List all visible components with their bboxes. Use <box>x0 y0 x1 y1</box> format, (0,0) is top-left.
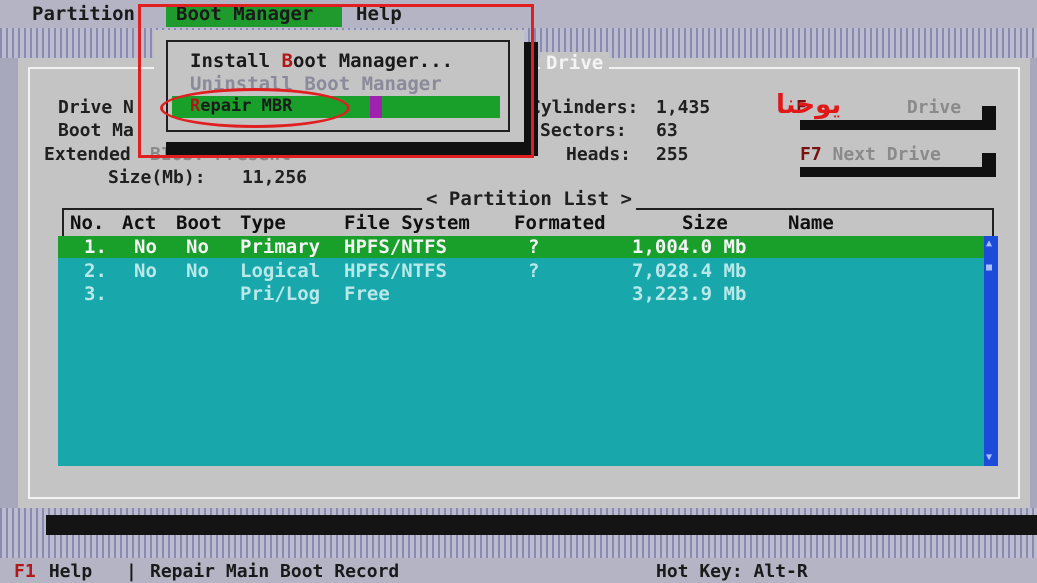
row-type: Logical <box>240 260 321 282</box>
col-header-type: Type <box>240 212 286 234</box>
dialog-title: Drive <box>540 52 610 74</box>
next-drive-key: F7 <box>800 144 822 165</box>
col-header-no: No. <box>70 212 105 234</box>
drive-number-label: Drive N <box>58 97 134 118</box>
prev-drive-button-shadow-side <box>982 106 996 128</box>
row-type: Primary <box>240 236 321 258</box>
watermark: يوحنا <box>776 90 842 120</box>
prev-drive-button-shadow <box>800 120 996 130</box>
col-header-file-system: File System <box>344 212 470 234</box>
row-act: No <box>134 236 157 258</box>
f1-key[interactable]: F1 <box>14 561 36 582</box>
status-description: Repair Main Boot Record <box>150 561 400 582</box>
boot-manager-label: Boot Ma <box>58 120 134 141</box>
row-file-system: Free <box>344 283 390 305</box>
heads-label: Heads: <box>566 144 632 165</box>
row-act: No <box>134 260 157 282</box>
scroll-thumb-icon[interactable]: ■ <box>986 262 996 273</box>
row-file-system: HPFS/NTFS <box>344 236 447 258</box>
status-hotkey: Hot Key: Alt-R <box>656 561 808 582</box>
row-boot: No <box>186 260 209 282</box>
row-no: 2. <box>84 260 107 282</box>
next-drive-button[interactable]: F7 Next Drive <box>800 144 941 165</box>
status-separator: | <box>126 561 137 582</box>
row-size: 7,028.4 Mb <box>632 260 747 282</box>
row-size: 3,223.9 Mb <box>632 283 747 305</box>
row-no: 3. <box>84 283 107 305</box>
row-size: 1,004.0 Mb <box>632 236 747 258</box>
extended-bios-label: Extended <box>44 144 131 165</box>
scroll-up-arrow-icon[interactable]: ▲ <box>986 238 996 249</box>
row-type: Pri/Log <box>240 283 321 305</box>
sectors-value: 63 <box>656 120 678 141</box>
next-drive-button-shadow-side <box>982 153 996 175</box>
prev-drive-label: Drive <box>906 97 962 118</box>
row-boot: No <box>186 236 209 258</box>
row-file-system: HPFS/NTFS <box>344 260 447 282</box>
col-header-name: Name <box>788 212 834 234</box>
next-drive-button-shadow <box>800 167 996 177</box>
sectors-label: Sectors: <box>540 120 627 141</box>
row-formated: ? <box>528 260 540 282</box>
row-formated: ? <box>528 236 540 258</box>
heads-value: 255 <box>656 144 689 165</box>
col-header-boot: Boot <box>176 212 222 234</box>
annotation-rectangle <box>138 4 534 158</box>
cylinders-label: Cylinders: <box>530 97 639 118</box>
dialog-bottom-shadow <box>46 515 1037 535</box>
size-label: Size(Mb): <box>108 167 206 188</box>
menu-partition[interactable]: Partition <box>32 3 135 25</box>
col-header-formated: Formated <box>514 212 606 234</box>
cylinders-value: 1,435 <box>656 97 711 118</box>
col-header-act: Act <box>122 212 157 234</box>
size-value: 11,256 <box>242 167 308 188</box>
row-no: 1. <box>84 236 107 258</box>
next-drive-label: Next Drive <box>821 144 941 165</box>
annotation-ellipse <box>160 88 350 128</box>
col-header-size: Size <box>682 212 728 234</box>
partition-list-title: < Partition List > <box>422 188 636 210</box>
help-label: Help <box>38 561 93 582</box>
scroll-down-arrow-icon[interactable]: ▼ <box>986 452 996 463</box>
